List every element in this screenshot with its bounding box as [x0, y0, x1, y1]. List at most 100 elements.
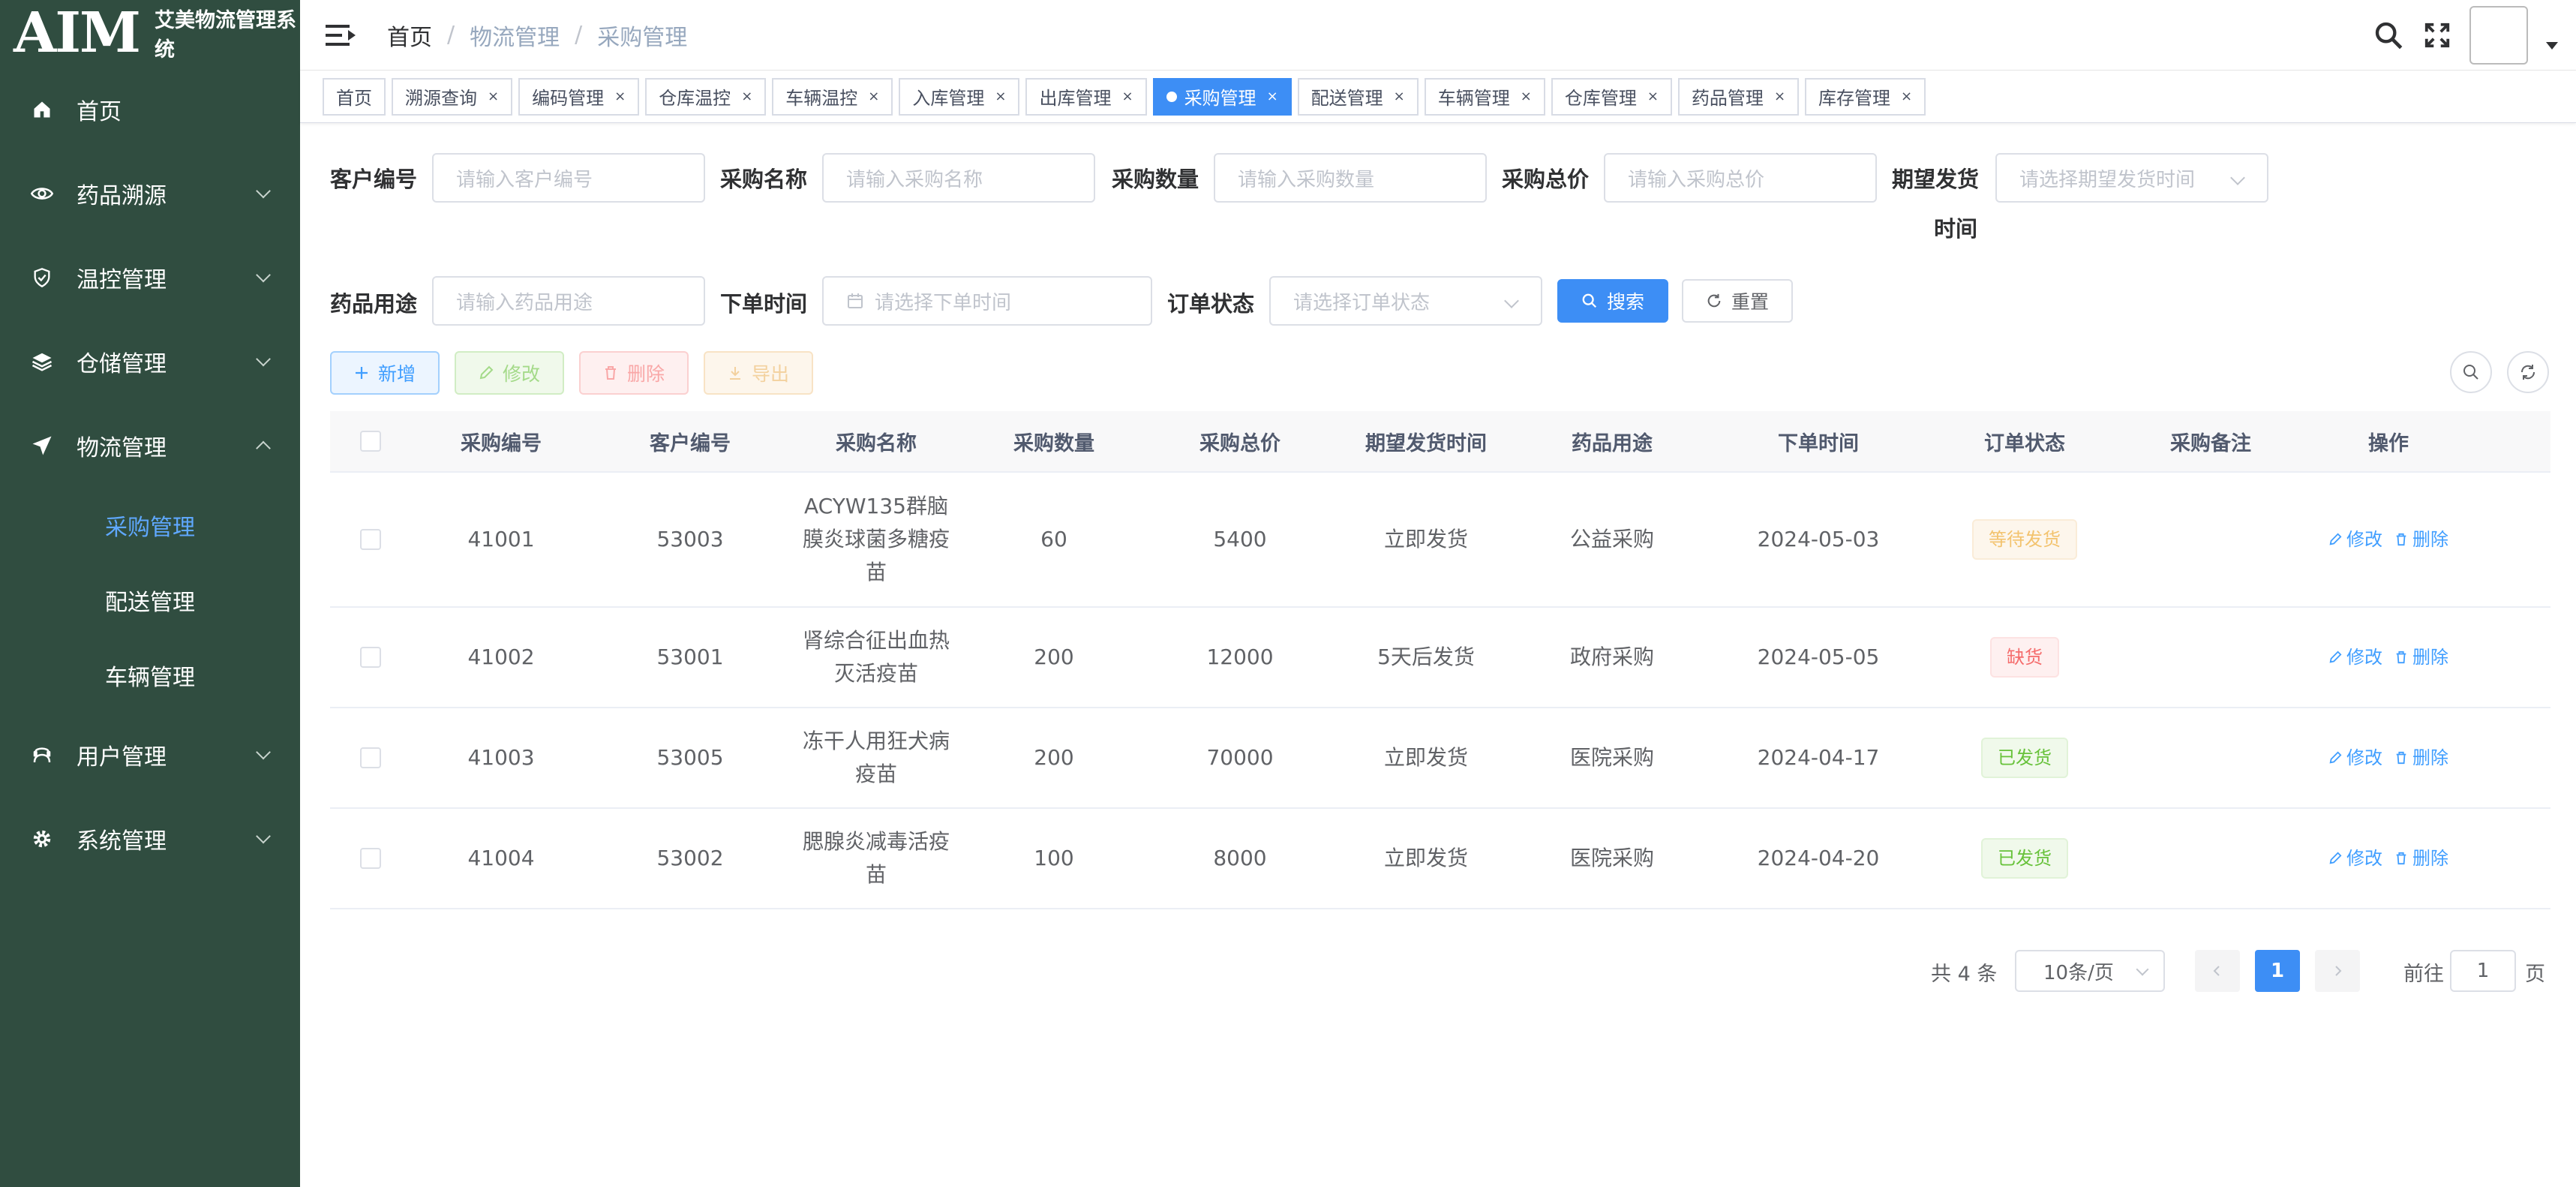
close-icon[interactable]: × — [995, 89, 1006, 104]
tab-0[interactable]: 首页 — [323, 77, 386, 116]
tab-5[interactable]: 入库管理 × — [899, 77, 1020, 116]
sidebar-item-temperature[interactable]: 温控管理 — [0, 236, 300, 320]
avatar[interactable] — [2469, 6, 2528, 65]
sidebar-subitem-delivery[interactable]: 配送管理 — [0, 563, 300, 638]
menu-toggle-icon[interactable] — [326, 23, 356, 47]
tab-label: 仓库温控 — [659, 88, 731, 109]
close-icon[interactable]: × — [1774, 89, 1785, 104]
cell-name: 冻干人用狂犬病疫苗 — [789, 725, 963, 791]
sidebar-item-storage[interactable]: 仓储管理 — [0, 320, 300, 404]
tab-12[interactable]: 库存管理 × — [1805, 77, 1926, 116]
close-icon[interactable]: × — [1901, 89, 1912, 104]
row-edit-button[interactable]: 修改 — [2328, 842, 2382, 875]
order-status-placeholder: 请选择订单状态 — [1293, 291, 1431, 314]
caret-down-icon[interactable] — [2546, 42, 2558, 50]
row-delete-button[interactable]: 删除 — [2394, 641, 2448, 674]
sidebar-subitem-vehicle[interactable]: 车辆管理 — [0, 638, 300, 713]
column-header: 客户编号 — [650, 431, 731, 455]
add-button-label: 新增 — [377, 363, 416, 385]
close-icon[interactable]: × — [1267, 89, 1278, 104]
row-checkbox[interactable] — [360, 529, 381, 550]
sidebar-item-label: 首页 — [77, 99, 122, 125]
add-button[interactable]: 新增 — [330, 351, 440, 395]
close-icon[interactable]: × — [488, 89, 499, 104]
reset-button-label: 重置 — [1731, 291, 1769, 313]
sidebar-item-label: 温控管理 — [77, 267, 167, 293]
search-icon[interactable] — [2373, 20, 2403, 50]
row-checkbox[interactable] — [360, 647, 381, 668]
breadcrumb-separator: / — [447, 22, 455, 48]
close-icon[interactable]: × — [1521, 89, 1532, 104]
toggle-search-button[interactable] — [2450, 351, 2492, 393]
sidebar-item-traceability[interactable]: 药品溯源 — [0, 152, 300, 236]
column-header: 采购编号 — [461, 431, 542, 455]
row-delete-button[interactable]: 删除 — [2394, 842, 2448, 875]
goto-page-input[interactable]: 1 — [2450, 950, 2516, 992]
tab-1[interactable]: 溯源查询 × — [392, 77, 513, 116]
row-delete-button[interactable]: 删除 — [2394, 523, 2448, 556]
tab-4[interactable]: 车辆温控 × — [772, 77, 893, 116]
cell-total: 5400 — [1213, 527, 1267, 551]
tab-7[interactable]: 采购管理 × — [1152, 77, 1292, 116]
cell-name: 腮腺炎减毒活疫苗 — [789, 825, 963, 891]
plus-icon — [355, 367, 368, 379]
purchase-total-label: 采购总价 — [1502, 167, 1590, 192]
edit-button[interactable]: 修改 — [455, 351, 564, 395]
search-button[interactable]: 搜索 — [1557, 279, 1668, 323]
reset-button[interactable]: 重置 — [1682, 279, 1793, 323]
tab-8[interactable]: 配送管理 × — [1297, 77, 1419, 116]
row-delete-label: 删除 — [2412, 848, 2448, 869]
tab-11[interactable]: 药品管理 × — [1677, 77, 1800, 116]
order-time-picker[interactable]: 请选择下单时间 — [822, 276, 1152, 326]
row-edit-button[interactable]: 修改 — [2328, 523, 2382, 556]
sidebar-item-system[interactable]: 系统管理 — [0, 797, 300, 881]
breadcrumb: 首页 / 物流管理 / 采购管理 — [387, 19, 687, 52]
refresh-table-button[interactable] — [2507, 351, 2549, 393]
page-size-select[interactable]: 10条/页 — [2015, 950, 2165, 992]
close-icon[interactable]: × — [741, 89, 752, 104]
close-icon[interactable]: × — [1121, 89, 1133, 104]
cell-status: 已发货 — [1929, 838, 2120, 879]
row-delete-button[interactable]: 删除 — [2394, 741, 2448, 774]
tab-9[interactable]: 车辆管理 × — [1424, 77, 1545, 116]
delete-button[interactable]: 删除 — [579, 351, 689, 395]
row-edit-button[interactable]: 修改 — [2328, 741, 2382, 774]
customer-id-input[interactable]: 请输入客户编号 — [432, 153, 705, 203]
close-icon[interactable]: × — [1647, 89, 1659, 104]
row-checkbox[interactable] — [360, 747, 381, 768]
breadcrumb-home[interactable]: 首页 — [387, 19, 432, 52]
close-icon[interactable]: × — [868, 89, 879, 104]
next-page-button[interactable] — [2315, 950, 2360, 992]
tab-6[interactable]: 出库管理 × — [1025, 77, 1147, 116]
cell-customer: 53005 — [656, 745, 724, 770]
cell-id: 41001 — [467, 527, 535, 551]
select-all-checkbox[interactable] — [360, 431, 381, 452]
row-checkbox[interactable] — [360, 848, 381, 869]
sidebar-item-home[interactable]: 首页 — [0, 68, 300, 152]
table-row: 41003 53005 冻干人用狂犬病疫苗 200 70000 立即发货 医院采购 2024-… — [330, 708, 2550, 809]
sidebar-subitem-purchase[interactable]: 采购管理 — [0, 488, 300, 563]
sidebar-item-logistics[interactable]: 物流管理 — [0, 404, 300, 488]
page-number-current[interactable]: 1 — [2255, 950, 2300, 992]
column-header: 订单状态 — [1984, 431, 2065, 455]
export-button[interactable]: 导出 — [704, 351, 813, 395]
expected-ship-select[interactable]: 请选择期望发货时间 — [1995, 153, 2268, 203]
purchase-name-input[interactable]: 请输入采购名称 — [822, 153, 1095, 203]
sidebar-item-users[interactable]: 用户管理 — [0, 713, 300, 797]
close-icon[interactable]: × — [1394, 89, 1405, 104]
purchase-qty-input[interactable]: 请输入采购数量 — [1214, 153, 1487, 203]
refresh-icon — [1707, 293, 1721, 308]
close-icon[interactable]: × — [614, 89, 626, 104]
tab-2[interactable]: 编码管理 × — [518, 77, 640, 116]
tab-3[interactable]: 仓库温控 × — [645, 77, 767, 116]
fullscreen-icon[interactable] — [2423, 21, 2451, 50]
breadcrumb-separator: / — [575, 22, 583, 48]
prev-page-button[interactable] — [2195, 950, 2240, 992]
tab-10[interactable]: 仓库管理 × — [1551, 77, 1672, 116]
cell-date: 2024-04-20 — [1757, 846, 1880, 870]
drug-use-input[interactable]: 请输入药品用途 — [432, 276, 705, 326]
row-edit-button[interactable]: 修改 — [2328, 641, 2382, 674]
status-badge: 已发货 — [1981, 838, 2068, 879]
order-status-select[interactable]: 请选择订单状态 — [1269, 276, 1542, 326]
purchase-total-input[interactable]: 请输入采购总价 — [1604, 153, 1877, 203]
